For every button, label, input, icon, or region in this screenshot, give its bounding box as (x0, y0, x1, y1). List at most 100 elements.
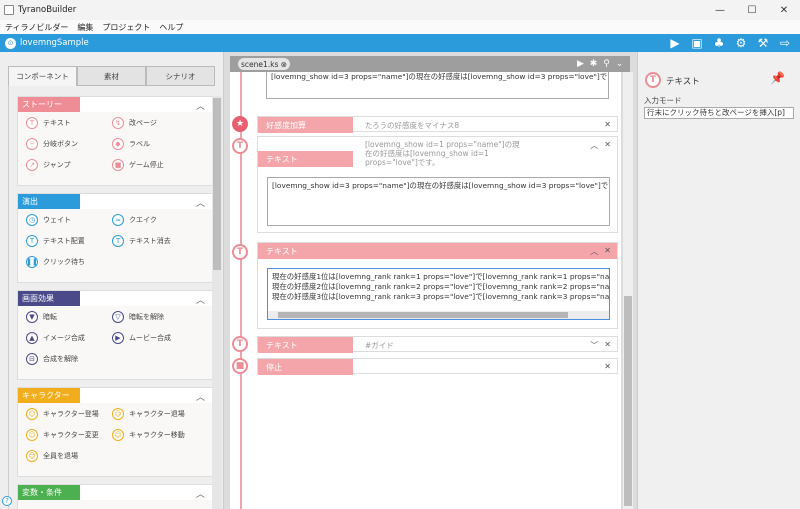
tab-assets[interactable]: 素材 (77, 66, 146, 86)
build-icon[interactable]: ⚒ (752, 34, 774, 52)
menu-help[interactable]: ヘルプ (159, 22, 183, 33)
collapse-icon[interactable]: ︿ (590, 140, 598, 151)
quake-icon: ≈ (112, 214, 124, 226)
input-mode-select[interactable]: 行末にクリック待ちと改ページを挿入[p] (644, 107, 794, 119)
collapse-icon[interactable]: ︿ (196, 293, 205, 306)
text-icon: T (26, 117, 38, 129)
component-all-exit[interactable]: ☺ 全員を退場 (26, 450, 78, 462)
component-game-stop[interactable]: ■ ゲーム停止 (112, 159, 164, 171)
character-enter-icon: ☺ (26, 408, 38, 420)
component-blackout[interactable]: ▼ 暗転 (26, 311, 57, 323)
text-icon: T (232, 244, 248, 260)
tab-scenario[interactable]: シナリオ (146, 66, 215, 86)
movie-icon: ▶ (112, 332, 124, 344)
save-icon[interactable]: ▣ (686, 34, 708, 52)
characters-icon[interactable]: ♣ (708, 34, 730, 52)
menu-bar: ティラノビルダー 編集 プロジェクト ヘルプ (0, 20, 800, 34)
collapse-icon[interactable]: ︿ (196, 390, 205, 403)
text-clear-icon: T (112, 235, 124, 247)
collapse-icon[interactable]: ︿ (196, 196, 205, 209)
block-text-guide[interactable]: テキスト #ガイド ﹀ ✕ (257, 336, 618, 353)
property-title: テキスト (666, 77, 700, 87)
component-click-wait[interactable]: ❚❚ クリック待ち (26, 256, 85, 268)
file-tab[interactable]: scene1.ks ⊗ (238, 58, 290, 70)
component-character-enter[interactable]: ☺ キャラクター登場 (26, 408, 99, 420)
block-text-1[interactable]: テキスト [lovemng_show id=1 props="name"]の現 … (257, 136, 618, 233)
chevron-down-icon[interactable]: ⌄ (613, 59, 626, 69)
block-affection-add[interactable]: 好感度加算 たろうの好感度をマイナス8 ✕ (257, 116, 618, 133)
close-button[interactable]: ✕ (768, 0, 800, 20)
editor-tabbar: scene1.ks ⊗ ▶ ✱ ⚲ ⌄ (230, 56, 630, 72)
section-effects: 演出 ︿ ◷ ウェイト ≈ クエイク T テキスト配置 T テキスト消去 ❚❚ クリック待… (17, 193, 214, 283)
component-character-exit[interactable]: ☺ キャラクター退場 (112, 408, 185, 420)
menu-edit[interactable]: 編集 (77, 22, 93, 33)
menu-tyranobuilder[interactable]: ティラノビルダー (5, 22, 68, 33)
component-jump[interactable]: ↗ ジャンプ (26, 159, 70, 171)
block-stop[interactable]: 停止 ✕ (257, 358, 618, 375)
settings-icon[interactable]: ⚙ (730, 34, 752, 52)
blackout-release-icon: ▽ (112, 311, 124, 323)
app-icon (4, 5, 14, 15)
delete-icon[interactable]: ✕ (604, 246, 611, 257)
property-panel: T テキスト 📌 入力モード 行末にクリック待ちと改ページを挿入[p] (637, 52, 800, 509)
block-name: 停止 (258, 359, 353, 375)
stop-icon: ■ (232, 358, 248, 374)
play-icon[interactable]: ▶ (664, 34, 686, 52)
search-icon[interactable]: ⚲ (600, 59, 613, 69)
component-pagebreak[interactable]: ↯ 改ページ (112, 117, 157, 129)
image-icon: ▲ (26, 332, 38, 344)
pin-icon[interactable]: 📌 (770, 71, 785, 85)
component-branch-button[interactable]: ⑂ 分岐ボタン (26, 138, 78, 150)
component-composite-release[interactable]: ⊟ 合成を解除 (26, 353, 78, 365)
menu-project[interactable]: プロジェクト (102, 22, 150, 33)
delete-icon[interactable]: ✕ (604, 340, 611, 351)
block-text-2[interactable]: テキスト ︿ ✕ 現在の好感度1位は[lovemng_rank rank=1 pr… (257, 242, 618, 329)
preview-play-icon[interactable]: ▶ (574, 59, 587, 69)
text-area-partial[interactable]: [lovemng_show id=3 props="name"]の現在の好感度は… (266, 72, 609, 99)
block-desc: [lovemng_show id=1 props="name"]の現 在の好感度… (365, 140, 520, 167)
section-title: キャラクター (18, 388, 80, 403)
component-movie-composite[interactable]: ▶ ムービー合成 (112, 332, 171, 344)
component-text-position[interactable]: T テキスト配置 (26, 235, 85, 247)
text-hscrollbar[interactable] (268, 311, 609, 319)
collapse-icon[interactable]: ︿ (196, 99, 205, 112)
component-text-clear[interactable]: T テキスト消去 (112, 235, 171, 247)
minimize-button[interactable]: — (704, 0, 736, 20)
close-tab-icon[interactable]: ⊗ (281, 60, 287, 69)
component-blackout-release[interactable]: ▽ 暗転を解除 (112, 311, 164, 323)
all-exit-icon: ☺ (26, 450, 38, 462)
scenario-canvas: [lovemng_show id=3 props="name"]の現在の好感度は… (230, 72, 621, 509)
text-position-icon: T (26, 235, 38, 247)
expand-icon[interactable]: ﹀ (590, 340, 598, 351)
section-title: ストーリー (18, 97, 80, 112)
block-name: テキスト (258, 337, 353, 353)
editor-scrollbar[interactable] (623, 72, 633, 509)
component-wait[interactable]: ◷ ウェイト (26, 214, 71, 226)
delete-icon[interactable]: ✕ (604, 140, 611, 151)
pause-icon: ❚❚ (26, 256, 38, 268)
section-title: 演出 (18, 194, 80, 209)
debug-icon[interactable]: ✱ (587, 59, 600, 69)
export-icon[interactable]: ⇨ (774, 34, 796, 52)
delete-icon[interactable]: ✕ (604, 362, 611, 371)
collapse-icon[interactable]: ︿ (590, 246, 598, 257)
text-input-active[interactable]: 現在の好感度1位は[lovemng_rank rank=1 props="lov… (267, 268, 610, 320)
tab-components[interactable]: コンポーネント (8, 66, 77, 86)
delete-icon[interactable]: ✕ (604, 120, 611, 129)
component-quake[interactable]: ≈ クエイク (112, 214, 157, 226)
wait-icon: ◷ (26, 214, 38, 226)
component-text[interactable]: T テキスト (26, 117, 71, 129)
maximize-button[interactable]: ☐ (736, 0, 768, 20)
text-input[interactable]: [lovemng_show id=3 props="name"]の現在の好感度は… (267, 177, 610, 226)
help-icon[interactable]: ? (2, 496, 12, 506)
component-scrollbar[interactable] (212, 96, 222, 509)
component-image-composite[interactable]: ▲ イメージ合成 (26, 332, 85, 344)
block-desc: たろうの好感度をマイナス8 (365, 120, 460, 130)
collapse-icon[interactable]: ︿ (196, 487, 205, 500)
component-label[interactable]: ◆ ラベル (112, 138, 150, 150)
branch-icon: ⑂ (26, 138, 38, 150)
block-name: テキスト (258, 151, 353, 167)
window-title: TyranoBuilder (18, 5, 77, 15)
component-character-change[interactable]: ☺ キャラクター変更 (26, 429, 99, 441)
component-character-move[interactable]: ☺ キャラクター移動 (112, 429, 185, 441)
